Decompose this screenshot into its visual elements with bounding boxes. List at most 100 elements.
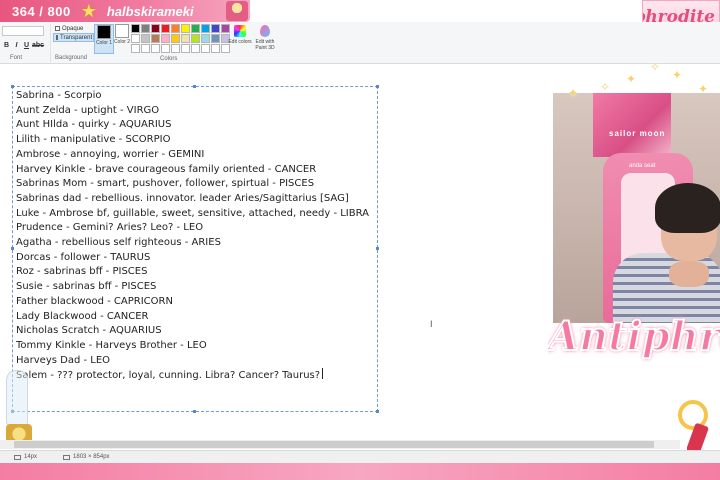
edit-paint3d-label: Edit with Paint 3D	[255, 39, 275, 51]
streamer-hair	[655, 183, 720, 233]
resize-handle[interactable]	[193, 410, 196, 413]
palette-color-swatch[interactable]	[171, 34, 180, 43]
text-line: Aunt HIlda - quirky - AQUARIUS	[16, 119, 172, 131]
palette-color-swatch[interactable]	[161, 34, 170, 43]
edit-paint3d-button[interactable]: Edit with Paint 3D	[252, 24, 278, 58]
palette-color-swatch[interactable]	[191, 34, 200, 43]
sparkle-icon: ✦	[698, 82, 709, 96]
background-group: Opaque Transparent Background	[50, 24, 94, 62]
trophy-decoration	[4, 370, 36, 450]
paint-ribbon: B I U abc Font Opaque Transparent Backgr…	[0, 22, 720, 64]
palette-color-swatch[interactable]	[161, 24, 170, 33]
color-wheel-icon	[234, 25, 246, 37]
webcam-feed: sailor moon anda seat	[553, 93, 720, 323]
text-line: Dorcas - follower - TAURUS	[16, 251, 151, 263]
wall-poster: sailor moon	[593, 93, 671, 157]
canvas-size-text: 1803 × 854px	[73, 454, 110, 460]
palette-color-swatch[interactable]	[201, 24, 210, 33]
palette-color-swatch[interactable]	[151, 44, 160, 53]
palette-color-swatch[interactable]	[191, 24, 200, 33]
palette-color-swatch[interactable]	[211, 44, 220, 53]
text-line: Harvey Kinkle - brave courageous family …	[16, 163, 317, 175]
palette-color-swatch[interactable]	[191, 44, 200, 53]
color1-button[interactable]: Color 1	[94, 24, 114, 54]
status-bar: 14px 1803 × 854px	[0, 450, 720, 463]
strikethrough-button[interactable]: abc	[32, 41, 44, 51]
sparkle-icon: ✧	[650, 60, 661, 74]
text-line: Sabrina - Scorpio	[16, 90, 102, 101]
poster-text: sailor moon	[609, 129, 666, 138]
colors-group-label: Colors	[160, 56, 178, 62]
text-line: Lilith - manipulative - SCORPIO	[16, 134, 171, 146]
scrollbar-thumb[interactable]	[14, 441, 654, 448]
transparent-option[interactable]: Transparent	[53, 33, 94, 42]
cursor-position: 14px	[14, 454, 37, 460]
palette-color-swatch[interactable]	[211, 24, 220, 33]
canvas-size: 1803 × 854px	[63, 454, 110, 460]
sparkle-icon: ✦	[568, 86, 579, 100]
palette-color-swatch[interactable]	[141, 44, 150, 53]
banner-art-icon	[226, 1, 248, 21]
overlay-bottom-strip	[0, 463, 720, 480]
text-line: Harveys Dad - LEO	[16, 354, 111, 366]
opaque-label: Opaque	[62, 25, 84, 32]
palette-color-swatch[interactable]	[161, 44, 170, 53]
resize-handle[interactable]	[193, 85, 196, 88]
text-line: Sabrinas Mom - smart, pushover, follower…	[16, 178, 315, 190]
chair-label: anda seat	[629, 163, 656, 169]
text-box[interactable]: Sabrina - Scorpio Aunt Zelda - uptight - …	[11, 85, 379, 413]
resize-handle[interactable]	[11, 85, 14, 88]
palette-color-swatch[interactable]	[181, 24, 190, 33]
paint3d-icon	[260, 25, 270, 37]
resize-handle[interactable]	[376, 85, 379, 88]
text-line: Agatha - rebellious self righteous - ARI…	[16, 237, 221, 249]
resize-handle[interactable]	[376, 247, 379, 250]
bold-button[interactable]: B	[2, 41, 11, 51]
text-line: Susie - sabrinas bff - PISCES	[16, 281, 157, 293]
palette-color-swatch[interactable]	[131, 44, 140, 53]
palette-color-swatch[interactable]	[131, 24, 140, 33]
palette-color-swatch[interactable]	[151, 24, 160, 33]
opaque-icon	[55, 26, 60, 31]
color1-swatch	[97, 25, 111, 39]
text-line: Salem - ??? protector, loyal, cunning. L…	[16, 368, 369, 384]
color2-swatch	[115, 24, 129, 38]
palette-color-swatch[interactable]	[171, 44, 180, 53]
palette-color-swatch[interactable]	[181, 44, 190, 53]
stream-sub-goal-banner: 364 / 800 ★ halbskirameki	[0, 0, 250, 22]
underline-button[interactable]: U	[22, 41, 31, 51]
font-group-label: Font	[10, 55, 23, 61]
ibeam-cursor-icon: I	[430, 319, 433, 329]
edit-colors-label: Edit colors	[228, 39, 252, 45]
color2-button[interactable]: Color 2	[112, 24, 132, 54]
edit-colors-button[interactable]: Edit colors	[228, 24, 252, 58]
palette-color-swatch[interactable]	[171, 24, 180, 33]
sparkle-icon: ✦	[672, 68, 683, 82]
sub-counter: 364 / 800	[12, 3, 71, 19]
font-size-dropdown[interactable]	[2, 26, 44, 36]
text-caret	[322, 368, 324, 380]
palette-color-swatch[interactable]	[181, 34, 190, 43]
resize-handle[interactable]	[11, 247, 14, 250]
italic-button[interactable]: I	[12, 41, 21, 51]
palette-color-swatch[interactable]	[201, 34, 210, 43]
palette-color-swatch[interactable]	[141, 34, 150, 43]
text-line: Sabrinas dad - rebellious. innovator. le…	[16, 192, 349, 204]
webcam-channel-logo: Antiphroa	[548, 312, 720, 361]
sparkle-icon: ✦	[626, 72, 637, 86]
star-icon: ★	[80, 1, 97, 21]
text-line: Lady Blackwood - CANCER	[16, 310, 149, 322]
channel-name: halbskirameki	[106, 3, 194, 19]
opaque-option[interactable]: Opaque	[53, 24, 94, 33]
transparent-icon	[56, 35, 58, 40]
palette-color-swatch[interactable]	[141, 24, 150, 33]
palette-color-swatch[interactable]	[131, 34, 140, 43]
palette-color-swatch[interactable]	[211, 34, 220, 43]
palette-color-swatch[interactable]	[201, 44, 210, 53]
palette-color-swatch[interactable]	[151, 34, 160, 43]
text-content[interactable]: Sabrina - Scorpio Aunt Zelda - uptight - …	[16, 89, 369, 384]
streamer-hand	[669, 261, 709, 287]
text-line: Father blackwood - CAPRICORN	[16, 295, 173, 307]
sparkle-icon: ✧	[600, 80, 611, 94]
resize-handle[interactable]	[376, 410, 379, 413]
